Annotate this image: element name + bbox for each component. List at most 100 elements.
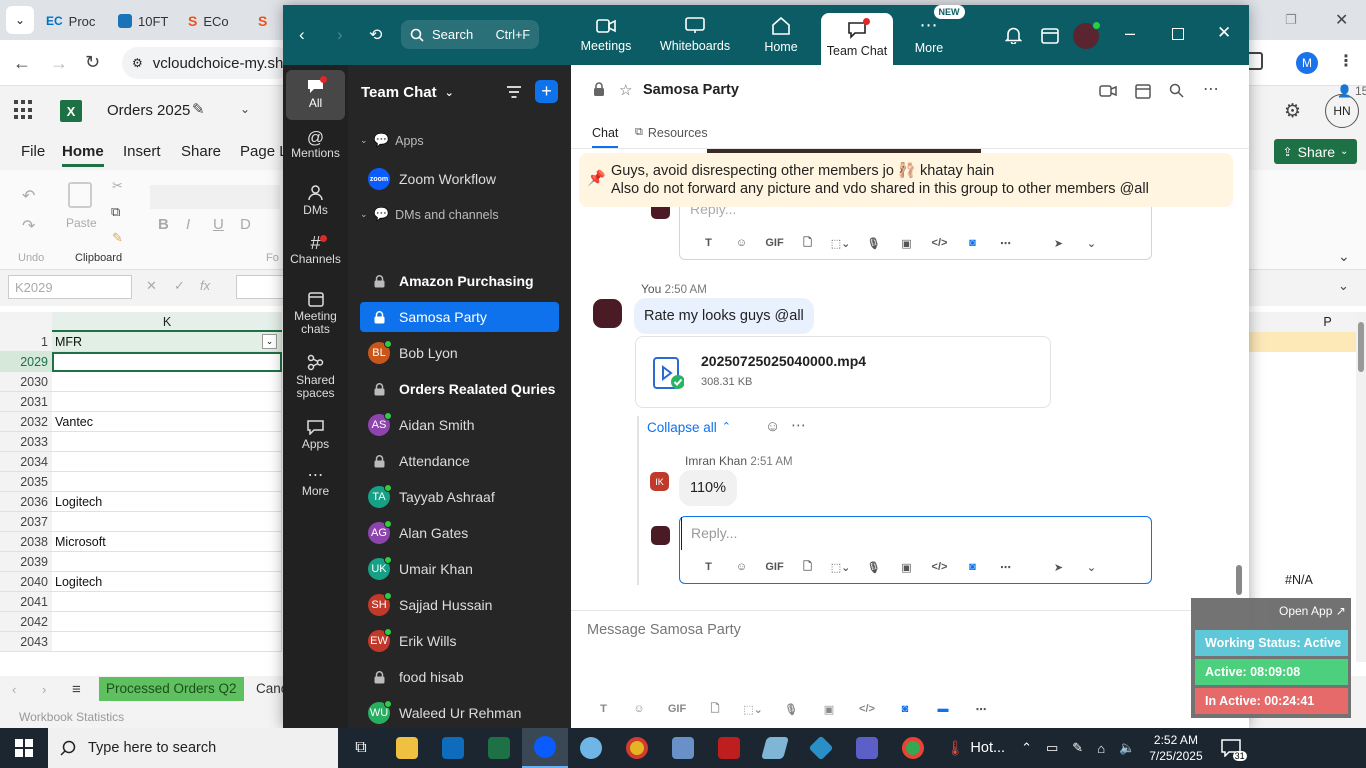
compose-plus-button[interactable]: + <box>535 80 558 103</box>
paste-icon[interactable] <box>68 182 92 208</box>
row-header[interactable]: 2041 <box>0 592 52 612</box>
collapse-all-link[interactable]: Collapse all ⌃ <box>647 420 731 435</box>
contact-item[interactable]: food hisab <box>360 662 559 692</box>
more-icon[interactable]: ⋯ <box>989 561 1022 574</box>
sender-avatar[interactable] <box>593 299 622 328</box>
screenshot-icon[interactable]: ⬚⌄ <box>824 561 857 574</box>
open-app-link[interactable]: Open App ↗ <box>1279 604 1346 618</box>
gif-button[interactable]: GIF <box>758 237 791 249</box>
paint-icon[interactable] <box>568 728 614 768</box>
taskbar-search[interactable]: Type here to search <box>48 728 338 768</box>
chevron-down-icon[interactable]: ⌄ <box>1075 237 1108 250</box>
restore-window-icon[interactable]: ❐ <box>1285 12 1297 28</box>
grid-cell[interactable]: Microsoft <box>52 532 282 552</box>
file-attachment-card[interactable]: 20250725025040000.mp4 308.31 KB <box>635 336 1051 408</box>
rail-dms[interactable]: DMs <box>283 185 348 217</box>
excel-taskbar-icon[interactable] <box>476 728 522 768</box>
cell-p2040[interactable]: #N/A <box>1285 573 1313 587</box>
row-header[interactable]: 2037 <box>0 512 52 532</box>
rail-all[interactable]: All <box>283 76 348 110</box>
video-call-icon[interactable] <box>1099 84 1117 98</box>
code-icon[interactable]: </> <box>848 703 886 715</box>
tab-home[interactable]: Home <box>62 143 104 167</box>
maximize-icon[interactable] <box>1172 28 1184 40</box>
sheet-tab-processed-orders[interactable]: Processed Orders Q2 <box>99 677 244 701</box>
more-icon[interactable]: ⋯ <box>989 237 1022 250</box>
ribbon-expand-icon[interactable]: ⌄ <box>1338 248 1350 265</box>
browser-tab-2[interactable]: 10FT <box>118 8 168 34</box>
contact-item[interactable]: Amazon Purchasing <box>360 266 559 296</box>
emoji-icon[interactable]: ☺ <box>620 703 658 715</box>
row-header[interactable]: 2039 <box>0 552 52 572</box>
redo-icon[interactable]: ↷ <box>22 216 35 236</box>
tab-search-button[interactable]: ⌄ <box>6 6 34 34</box>
gif-button[interactable]: GIF <box>658 703 696 715</box>
screenshot-icon[interactable]: ⬚⌄ <box>734 703 772 716</box>
team-chat-menu[interactable]: Team Chat ⌄ <box>361 84 454 101</box>
sender-name[interactable]: You <box>641 282 661 296</box>
contact-item[interactable]: AG Alan Gates <box>360 518 559 548</box>
italic-icon[interactable]: I <box>186 216 190 233</box>
nav-team-chat[interactable]: Team Chat <box>821 13 893 65</box>
select-all-corner[interactable] <box>0 312 52 332</box>
calendar-icon[interactable] <box>1135 82 1151 99</box>
next-sheet-icon[interactable]: › <box>42 682 46 697</box>
row-header[interactable]: 2035 <box>0 472 52 492</box>
cancel-formula-icon[interactable]: ✕ <box>146 278 157 294</box>
rail-meeting-chats[interactable]: Meeting chats <box>283 291 348 336</box>
rail-channels[interactable]: # Channels <box>283 234 348 266</box>
tab-resources[interactable]: ⧉ Resources <box>635 126 708 140</box>
zoom-app-icon[interactable]: ◙ <box>956 237 989 249</box>
chrome-icon[interactable] <box>614 728 660 768</box>
rail-apps[interactable]: Apps <box>283 420 348 451</box>
forward-icon[interactable]: › <box>337 25 343 45</box>
screenshot-icon[interactable]: ⬚⌄ <box>824 237 857 250</box>
video-icon[interactable]: ▣ <box>890 561 923 574</box>
text-format-icon[interactable]: T <box>692 561 725 573</box>
formula-input[interactable] <box>236 275 286 299</box>
nav-more[interactable]: ⋯ NEW More <box>889 5 969 65</box>
profile-avatar[interactable]: M <box>1296 52 1318 74</box>
send-icon[interactable]: ➤ <box>1042 561 1075 574</box>
grid-cell[interactable]: Logitech <box>52 572 282 592</box>
task-view-icon[interactable]: ⧉ <box>338 728 384 768</box>
reply-input[interactable]: Reply... <box>681 517 1151 550</box>
whiteboard-app-icon[interactable]: ▬ <box>924 703 962 715</box>
zoom-app-icon[interactable]: ◙ <box>886 703 924 715</box>
row-header[interactable]: 2034 <box>0 452 52 472</box>
search-icon[interactable] <box>1169 83 1184 98</box>
address-bar[interactable]: ⚙ vcloudchoice-my.sha <box>122 47 292 79</box>
rail-mentions[interactable]: @ Mentions <box>283 129 348 160</box>
reload-icon[interactable]: ↻ <box>85 52 100 73</box>
nav-home[interactable]: Home <box>741 5 821 65</box>
grid-cell[interactable]: Vantec <box>52 412 282 432</box>
row-header[interactable]: 1 <box>0 332 52 352</box>
tab-chat[interactable]: Chat <box>592 126 619 148</box>
back-arrow-icon[interactable]: ← <box>13 53 31 74</box>
battery-icon[interactable]: ▭ <box>1046 740 1058 756</box>
underline-icon[interactable]: U <box>213 216 224 233</box>
file-icon[interactable]: 🗋 <box>696 700 734 719</box>
contact-item[interactable]: Attendance <box>360 446 559 476</box>
scrollbar-thumb[interactable] <box>1358 322 1364 372</box>
filter-dropdown-icon[interactable]: ⌄ <box>262 334 277 349</box>
emoji-icon[interactable]: ☺ <box>725 561 758 573</box>
reply-bubble[interactable]: 110% <box>679 470 738 506</box>
contact-item[interactable]: BL Bob Lyon <box>360 338 559 368</box>
row-header[interactable]: 2031 <box>0 392 52 412</box>
chrome-profile-icon[interactable] <box>890 728 936 768</box>
nav-whiteboards[interactable]: Whiteboards <box>654 5 736 65</box>
teams-icon[interactable] <box>844 728 890 768</box>
browser-tab-1[interactable]: EC Proc <box>46 8 95 34</box>
filezilla-icon[interactable] <box>706 728 752 768</box>
prev-sheet-icon[interactable]: ‹ <box>12 682 16 697</box>
reply-sender[interactable]: Imran Khan <box>685 454 747 468</box>
notification-bell-icon[interactable] <box>1005 26 1022 44</box>
app-icon[interactable] <box>752 728 798 768</box>
app-launcher-icon[interactable] <box>14 100 34 120</box>
row-header[interactable]: 2033 <box>0 432 52 452</box>
bold-icon[interactable]: B <box>158 216 169 233</box>
minimize-icon[interactable]: – <box>1125 23 1135 44</box>
outlook-icon[interactable] <box>430 728 476 768</box>
code-icon[interactable]: </> <box>923 237 956 249</box>
